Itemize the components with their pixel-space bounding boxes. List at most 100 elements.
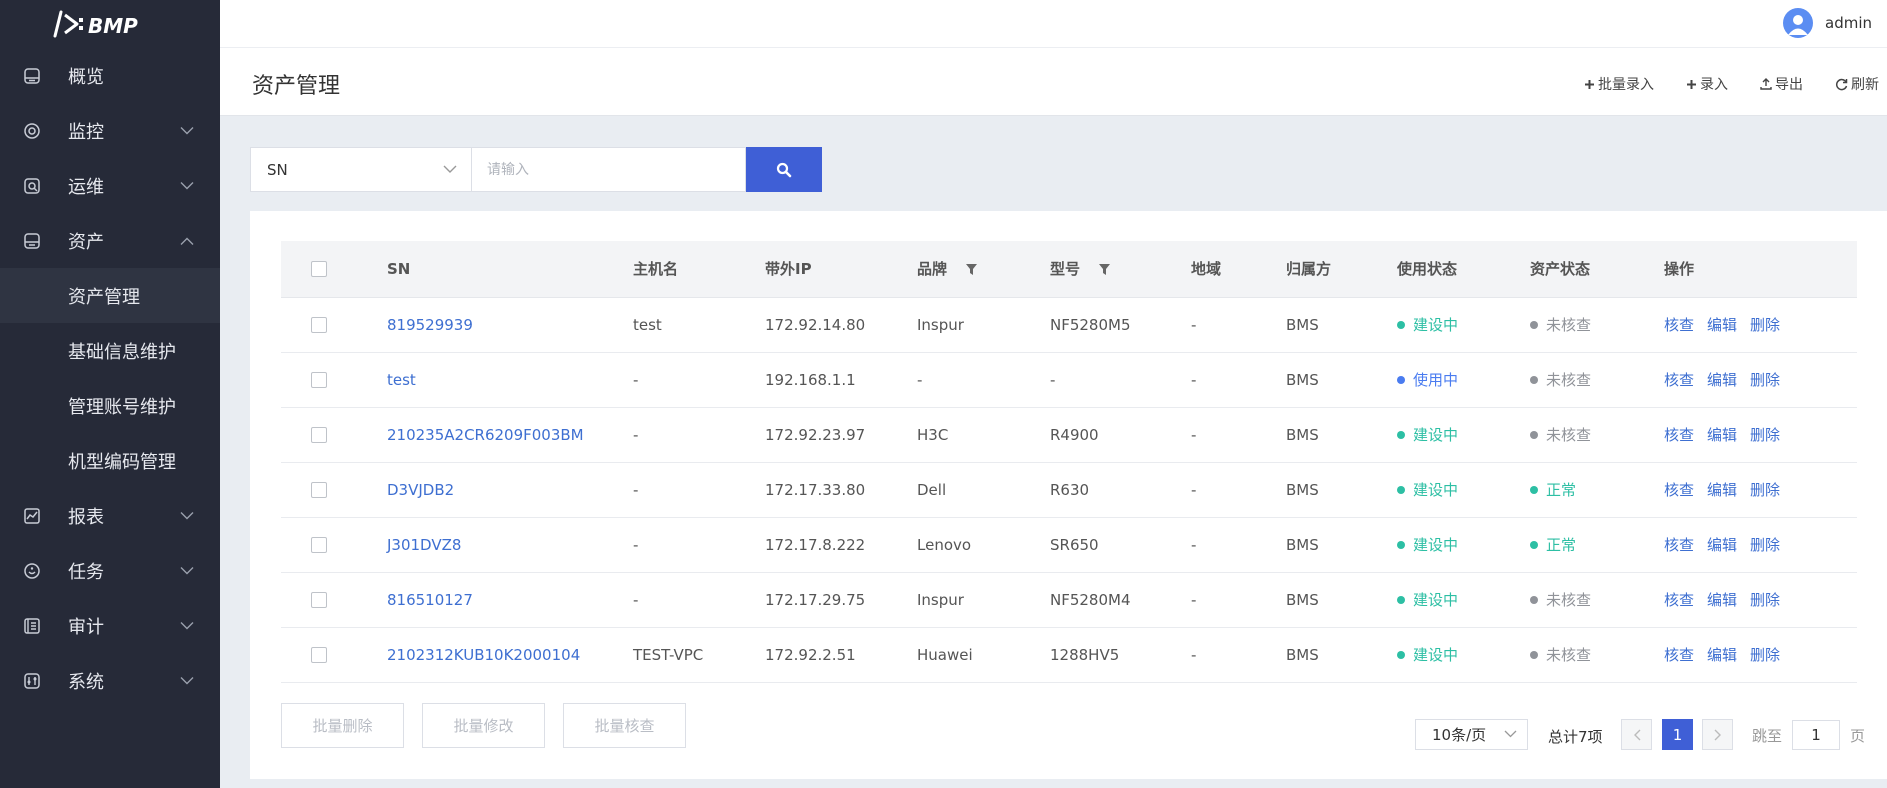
row-checkbox[interactable] xyxy=(311,372,327,388)
plus-icon xyxy=(1585,79,1594,89)
sidebar-item-report[interactable]: 报表 xyxy=(0,488,220,543)
prev-page-button[interactable] xyxy=(1621,719,1652,750)
batch-modify-button[interactable]: 批量修改 xyxy=(422,703,545,748)
avatar[interactable] xyxy=(1783,8,1813,38)
edit-link[interactable]: 编辑 xyxy=(1707,481,1737,499)
check-link[interactable]: 核查 xyxy=(1664,316,1694,334)
refresh-button[interactable]: 刷新 xyxy=(1835,74,1879,94)
operations-cell: 核查 编辑 删除 xyxy=(1664,462,1857,518)
model-cell: NF5280M5 xyxy=(1050,297,1191,353)
delete-link[interactable]: 删除 xyxy=(1750,536,1780,554)
bmp-logo[interactable]: BMP xyxy=(0,0,220,48)
usage-status-label: 建设中 xyxy=(1413,316,1459,334)
chevron-up-icon xyxy=(180,237,194,245)
sn-link[interactable]: 210235A2CR6209F003BM xyxy=(387,426,584,444)
current-page-button[interactable]: 1 xyxy=(1662,719,1693,750)
page-title: 资产管理 xyxy=(252,74,341,99)
delete-link[interactable]: 删除 xyxy=(1750,371,1780,389)
check-link[interactable]: 核查 xyxy=(1664,591,1694,609)
sidebar-subitem-2[interactable]: 管理账号维护 xyxy=(0,378,220,433)
search-field-select[interactable]: SN xyxy=(250,147,472,192)
usage-status-label: 建设中 xyxy=(1413,536,1459,554)
sidebar-item-label: 资产 xyxy=(68,231,104,253)
chevron-down-icon xyxy=(180,621,194,629)
owner-cell: BMS xyxy=(1286,627,1397,683)
chevron-down-icon xyxy=(180,511,194,519)
sn-link[interactable]: D3VJDB2 xyxy=(387,481,454,499)
column-header-hostname: 主机名 xyxy=(633,241,765,298)
check-link[interactable]: 核查 xyxy=(1664,371,1694,389)
monitor-icon xyxy=(24,122,40,139)
operations-cell: 核查 编辑 删除 xyxy=(1664,517,1857,573)
sidebar-item-monitor[interactable]: 监控 xyxy=(0,103,220,158)
edit-link[interactable]: 编辑 xyxy=(1707,316,1737,334)
sidebar-item-task[interactable]: 任务 xyxy=(0,543,220,598)
search-input[interactable] xyxy=(472,147,746,192)
batch-delete-button[interactable]: 批量删除 xyxy=(281,703,404,748)
sidebar-item-label: 审计 xyxy=(68,616,104,638)
sn-link[interactable]: 816510127 xyxy=(387,591,473,609)
batch-add-button[interactable]: 批量录入 xyxy=(1584,74,1654,94)
sn-link[interactable]: test xyxy=(387,371,416,389)
page-header: 资产管理 批量录入 录入 导出 刷新 xyxy=(220,48,1887,116)
sidebar-subitem-3[interactable]: 机型编码管理 xyxy=(0,433,220,488)
sidebar-subitem-1[interactable]: 基础信息维护 xyxy=(0,323,220,378)
row-checkbox[interactable] xyxy=(311,537,327,553)
row-checkbox[interactable] xyxy=(311,317,327,333)
row-checkbox[interactable] xyxy=(311,592,327,608)
check-link[interactable]: 核查 xyxy=(1664,426,1694,444)
delete-link[interactable]: 删除 xyxy=(1750,481,1780,499)
delete-link[interactable]: 删除 xyxy=(1750,646,1780,664)
select-all-checkbox[interactable] xyxy=(311,261,327,278)
sidebar-item-ops[interactable]: 运维 xyxy=(0,158,220,213)
column-header-asset-status: 资产状态 xyxy=(1530,241,1664,298)
hostname-cell: - xyxy=(633,462,765,518)
row-checkbox[interactable] xyxy=(311,482,327,498)
asset-status-cell: 未核查 xyxy=(1530,297,1664,353)
sidebar-item-asset[interactable]: 资产 xyxy=(0,213,220,268)
row-checkbox[interactable] xyxy=(311,427,327,443)
hostname-cell: - xyxy=(633,517,765,573)
user-menu[interactable]: admin xyxy=(1783,8,1872,38)
search-button[interactable] xyxy=(746,147,822,192)
oob-ip-cell: 172.92.23.97 xyxy=(765,407,917,463)
search-icon xyxy=(776,162,792,177)
jump-page-input[interactable]: 1 xyxy=(1792,720,1841,750)
export-button[interactable]: 导出 xyxy=(1760,74,1803,94)
delete-link[interactable]: 删除 xyxy=(1750,426,1780,444)
oob-ip-cell: 172.92.2.51 xyxy=(765,627,917,683)
sn-link[interactable]: 819529939 xyxy=(387,316,473,334)
refresh-label: 刷新 xyxy=(1851,77,1879,93)
sidebar-subitem-0[interactable]: 资产管理 xyxy=(0,268,220,323)
edit-link[interactable]: 编辑 xyxy=(1707,426,1737,444)
edit-link[interactable]: 编辑 xyxy=(1707,646,1737,664)
usage-status-cell: 建设中 xyxy=(1397,297,1530,353)
sidebar-item-audit[interactable]: 审计 xyxy=(0,598,220,653)
page-size-select[interactable]: 10条/页 xyxy=(1415,719,1528,750)
next-page-button[interactable] xyxy=(1702,719,1733,750)
check-link[interactable]: 核查 xyxy=(1664,646,1694,664)
hostname-cell: test xyxy=(633,297,765,353)
sn-link[interactable]: J301DVZ8 xyxy=(387,536,461,554)
filter-icon[interactable] xyxy=(1099,264,1111,276)
sidebar-item-system[interactable]: 系统 xyxy=(0,653,220,708)
sidebar: BMP 概览 监控 运维 资产 资产管理 基础信息维护 管理账号维护 机型编码管理 报… xyxy=(0,0,220,788)
batch-check-button[interactable]: 批量核查 xyxy=(563,703,686,748)
delete-link[interactable]: 删除 xyxy=(1750,591,1780,609)
check-link[interactable]: 核查 xyxy=(1664,481,1694,499)
brand-cell: Inspur xyxy=(917,572,1050,628)
sidebar-item-overview[interactable]: 概览 xyxy=(0,48,220,103)
table-row: 816510127 - 172.17.29.75 Inspur NF5280M4… xyxy=(281,572,1857,628)
delete-link[interactable]: 删除 xyxy=(1750,316,1780,334)
edit-link[interactable]: 编辑 xyxy=(1707,591,1737,609)
edit-link[interactable]: 编辑 xyxy=(1707,371,1737,389)
jump-to-page: 跳至 1 页 xyxy=(1752,720,1865,750)
asset-status-label: 未核查 xyxy=(1546,591,1592,609)
edit-link[interactable]: 编辑 xyxy=(1707,536,1737,554)
filter-icon[interactable] xyxy=(966,264,978,276)
row-checkbox[interactable] xyxy=(311,647,327,663)
sn-link[interactable]: 2102312KUB10K2000104 xyxy=(387,646,580,664)
check-link[interactable]: 核查 xyxy=(1664,536,1694,554)
add-button[interactable]: 录入 xyxy=(1686,74,1728,94)
oob-ip-cell: 172.17.33.80 xyxy=(765,462,917,518)
